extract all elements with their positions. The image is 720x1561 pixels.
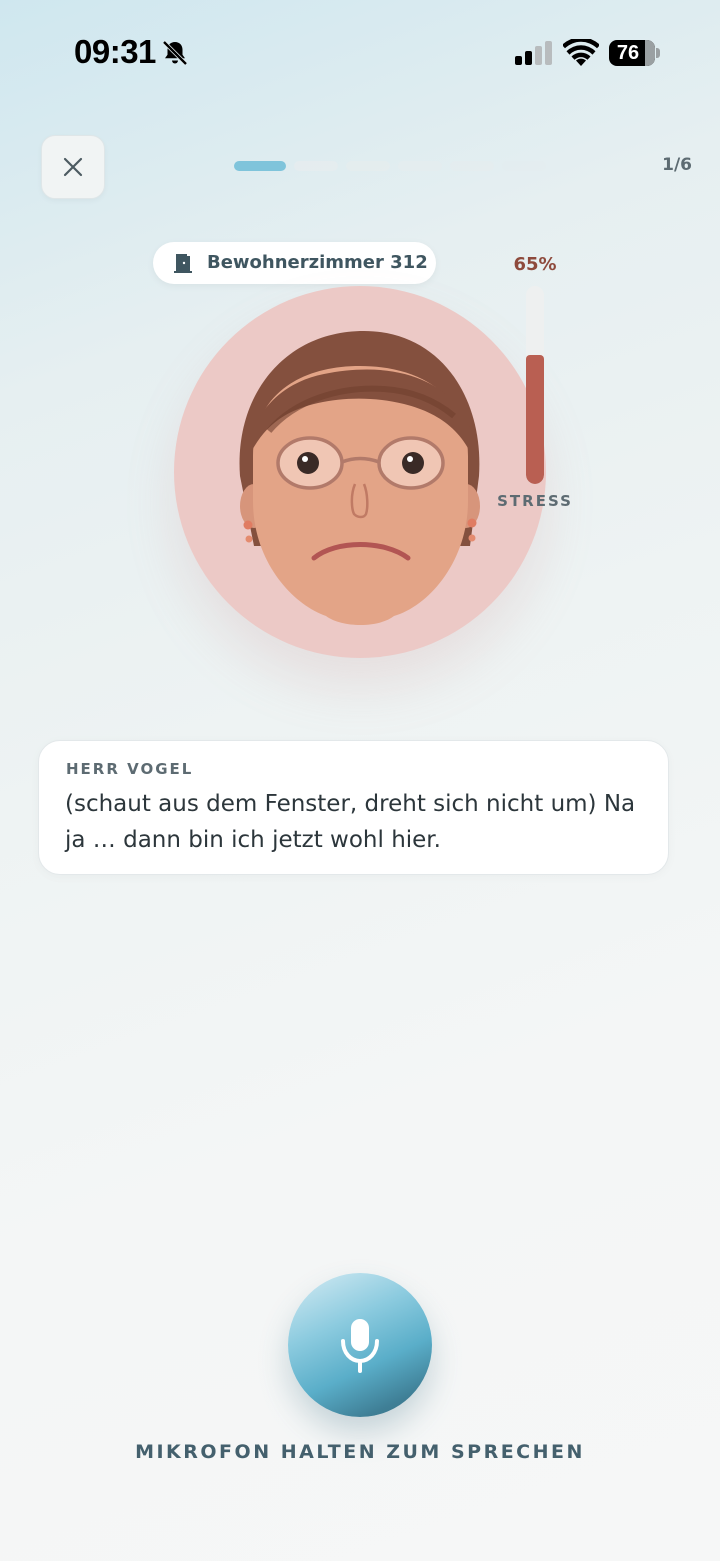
microphone-hint: MIKROFON HALTEN ZUM SPRECHEN xyxy=(135,1441,585,1463)
room-badge: Bewohnerzimmer 312 xyxy=(153,242,436,284)
stress-label: STRESS xyxy=(497,492,573,510)
progress-segment xyxy=(502,161,546,171)
scenario-progress xyxy=(234,161,554,171)
dialogue-card: HERR VOGEL (schaut aus dem Fenster, dreh… xyxy=(38,740,669,875)
wifi-icon xyxy=(563,39,599,66)
progress-segment xyxy=(346,161,390,171)
microphone-icon xyxy=(341,1319,379,1373)
dialogue-text: (schaut aus dem Fenster, dreht sich nich… xyxy=(65,791,636,853)
room-label: Bewohnerzimmer 312 xyxy=(207,252,428,273)
progress-segment xyxy=(450,161,494,171)
close-icon xyxy=(63,157,83,177)
speaker-name: HERR VOGEL xyxy=(66,760,194,778)
progress-segment xyxy=(294,161,338,171)
character-avatar xyxy=(239,331,480,625)
progress-segment xyxy=(234,161,286,171)
close-button[interactable] xyxy=(41,135,105,199)
step-counter: 1/6 xyxy=(662,155,692,175)
progress-segment xyxy=(398,161,442,171)
stress-meter-fill xyxy=(526,355,544,484)
battery-icon: 76 xyxy=(609,40,660,66)
door-icon xyxy=(174,254,192,273)
status-time: 09:31 xyxy=(74,33,156,70)
battery-level: 76 xyxy=(616,42,640,64)
signal-icon xyxy=(515,41,552,65)
stress-percent: 65% xyxy=(513,254,557,275)
microphone-button[interactable] xyxy=(288,1273,432,1417)
stress-meter xyxy=(526,286,544,484)
status-bar: 09:31 76 xyxy=(0,0,720,100)
bell-slash-icon xyxy=(162,40,188,66)
